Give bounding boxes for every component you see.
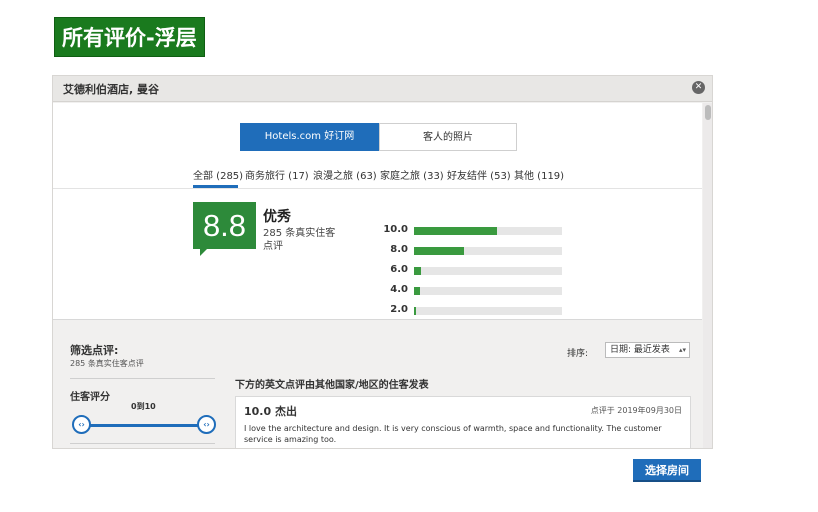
divider bbox=[70, 378, 215, 379]
score-badge-tail bbox=[200, 249, 214, 256]
bar-track bbox=[414, 307, 562, 315]
bar-label-8-0: 8.0 bbox=[390, 244, 408, 255]
tabs-divider bbox=[53, 188, 702, 189]
tab-all[interactable]: 全部 (285) bbox=[193, 167, 243, 182]
close-icon[interactable]: ✕ bbox=[692, 81, 705, 94]
bar-fill-6-0 bbox=[414, 267, 421, 275]
tab-other[interactable]: 其他 (119) bbox=[514, 167, 564, 182]
tab-romantic[interactable]: 浪漫之旅 (63) bbox=[313, 167, 377, 182]
bar-label-10-0: 10.0 bbox=[383, 224, 408, 235]
sort-label: 排序: bbox=[567, 349, 589, 359]
slider-min-handle[interactable]: ‹› bbox=[72, 415, 91, 434]
review-date: 点评于 2019年09月30日 bbox=[590, 406, 682, 415]
rating-range-text: 0到10 bbox=[131, 402, 156, 411]
reviews-heading: 下方的英文点评由其他国家/地区的住客发表 bbox=[235, 380, 429, 391]
filter-title: 筛选点评: bbox=[70, 344, 119, 357]
bar-label-4-0: 4.0 bbox=[390, 284, 408, 295]
bar-fill-2-0 bbox=[414, 307, 416, 315]
bar-label-2-0: 2.0 bbox=[390, 304, 408, 315]
bar-label-6-0: 6.0 bbox=[390, 264, 408, 275]
score-badge: 8.8 bbox=[193, 202, 256, 249]
bar-fill-10-0 bbox=[414, 227, 497, 235]
select-room-button[interactable]: 选择房间 bbox=[633, 459, 701, 482]
panel-divider bbox=[53, 319, 702, 320]
chevron-updown-icon: ▴▾ bbox=[678, 346, 686, 354]
tab-guest-photos[interactable]: 客人的照片 bbox=[379, 123, 517, 151]
bar-track bbox=[414, 227, 562, 235]
review-score: 10.0 杰出 bbox=[244, 405, 297, 418]
scroll-thumb[interactable] bbox=[705, 105, 711, 120]
tab-hotels-com-reviews[interactable]: Hotels.com 好订网 bbox=[240, 123, 379, 151]
review-count: 285 条真实住客点评 bbox=[263, 228, 336, 252]
sort-select[interactable]: 日期: 最近发表 ▴▾ bbox=[605, 342, 690, 358]
slider-max-handle[interactable]: ‹› bbox=[197, 415, 216, 434]
page-label: 所有评价-浮层 bbox=[54, 17, 205, 57]
screen: 所有评价-浮层 艾德利伯酒店, 曼谷 ✕ Hotels.com 好订网 客人的照… bbox=[0, 0, 818, 512]
summary-panel: Hotels.com 好订网 客人的照片 全部 (285) 商务旅行 (17) … bbox=[53, 103, 702, 319]
bar-track bbox=[414, 247, 562, 255]
modal-header: 艾德利伯酒店, 曼谷 ✕ bbox=[53, 76, 712, 102]
tab-friends[interactable]: 好友结伴 (53) bbox=[447, 167, 511, 182]
modal-title: 艾德利伯酒店, 曼谷 bbox=[63, 83, 160, 96]
tab-family[interactable]: 家庭之旅 (33) bbox=[380, 167, 444, 182]
reviews-modal: 艾德利伯酒店, 曼谷 ✕ Hotels.com 好订网 客人的照片 全部 (28… bbox=[52, 75, 713, 449]
tab-business[interactable]: 商务旅行 (17) bbox=[245, 167, 309, 182]
bar-track bbox=[414, 287, 562, 295]
scrollbar[interactable] bbox=[703, 103, 712, 448]
rating-word: 优秀 bbox=[263, 209, 291, 225]
rating-slider-track[interactable] bbox=[81, 424, 206, 427]
review-card: 10.0 杰出 点评于 2019年09月30日 I love the archi… bbox=[235, 396, 691, 448]
rating-filter-title: 住客评分 bbox=[70, 392, 110, 403]
bar-fill-4-0 bbox=[414, 287, 420, 295]
bar-fill-8-0 bbox=[414, 247, 464, 255]
divider bbox=[70, 443, 215, 444]
sort-selected-value: 日期: 最近发表 bbox=[610, 345, 670, 355]
bar-track bbox=[414, 267, 562, 275]
review-text: I love the architecture and design. It i… bbox=[244, 424, 662, 444]
filter-subtitle: 285 条真实住客点评 bbox=[70, 359, 144, 368]
